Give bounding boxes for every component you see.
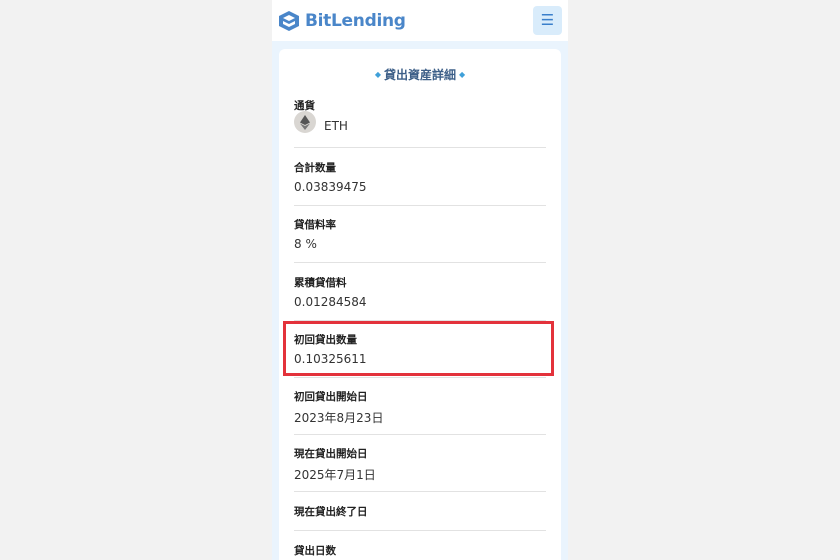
divider <box>294 205 546 206</box>
field-total-quantity: 合計数量 0.03839475 <box>294 160 546 200</box>
mobile-viewport: BitLending ☰ ◆ 貸出資産詳細 ◆ 通貨 ETH 合計数量 0.0383… <box>272 0 568 560</box>
lending-asset-detail-card: ◆ 貸出資産詳細 ◆ 通貨 ETH 合計数量 0.03839475 貸借料率 8 % <box>279 49 561 560</box>
brand-logo[interactable]: BitLending <box>278 9 406 33</box>
field-label: 累積貸借料 <box>294 277 347 289</box>
field-lending-days: 貸出日数 <box>294 543 546 560</box>
field-accumulated-fee: 累積貸借料 0.01284584 <box>294 275 546 315</box>
divider <box>294 491 546 492</box>
ethereum-icon <box>294 111 316 133</box>
field-value: 2025年7月1日 <box>294 468 376 482</box>
divider <box>294 530 546 531</box>
divider <box>294 434 546 435</box>
field-label: 貸借料率 <box>294 219 336 231</box>
highlight-box <box>283 321 554 376</box>
card-title-text: 貸出資産詳細 <box>383 68 456 82</box>
ethereum-glyph <box>300 114 310 130</box>
field-label: 初回貸出開始日 <box>294 391 368 403</box>
field-value: 8 % <box>294 237 317 251</box>
field-lending-rate: 貸借料率 8 % <box>294 217 546 257</box>
field-current-lending-end-date: 現在貸出終了日 <box>294 504 546 524</box>
divider <box>294 262 546 263</box>
diamond-left-icon: ◆ <box>374 70 381 79</box>
field-value: 2023年8月23日 <box>294 411 384 425</box>
field-label: 合計数量 <box>294 162 336 174</box>
field-current-lending-start-date: 現在貸出開始日 2025年7月1日 <box>294 446 546 486</box>
app-header: BitLending ☰ <box>272 0 568 41</box>
menu-button[interactable]: ☰ <box>533 6 562 35</box>
card-title: ◆ 貸出資産詳細 ◆ <box>279 66 561 83</box>
field-value: 0.01284584 <box>294 295 367 309</box>
bitlending-logo-icon <box>279 11 299 31</box>
divider <box>294 147 546 148</box>
hamburger-icon: ☰ <box>540 11 555 29</box>
field-initial-lending-start-date: 初回貸出開始日 2023年8月23日 <box>294 389 546 429</box>
field-label: 現在貸出開始日 <box>294 448 368 460</box>
field-value: ETH <box>324 119 348 133</box>
divider <box>294 377 546 378</box>
field-currency: 通貨 ETH <box>294 98 546 144</box>
brand-name: BitLending <box>305 11 406 31</box>
diamond-right-icon: ◆ <box>459 70 466 79</box>
field-label: 貸出日数 <box>294 545 336 557</box>
field-label: 現在貸出終了日 <box>294 506 368 518</box>
field-value: 0.03839475 <box>294 180 367 194</box>
